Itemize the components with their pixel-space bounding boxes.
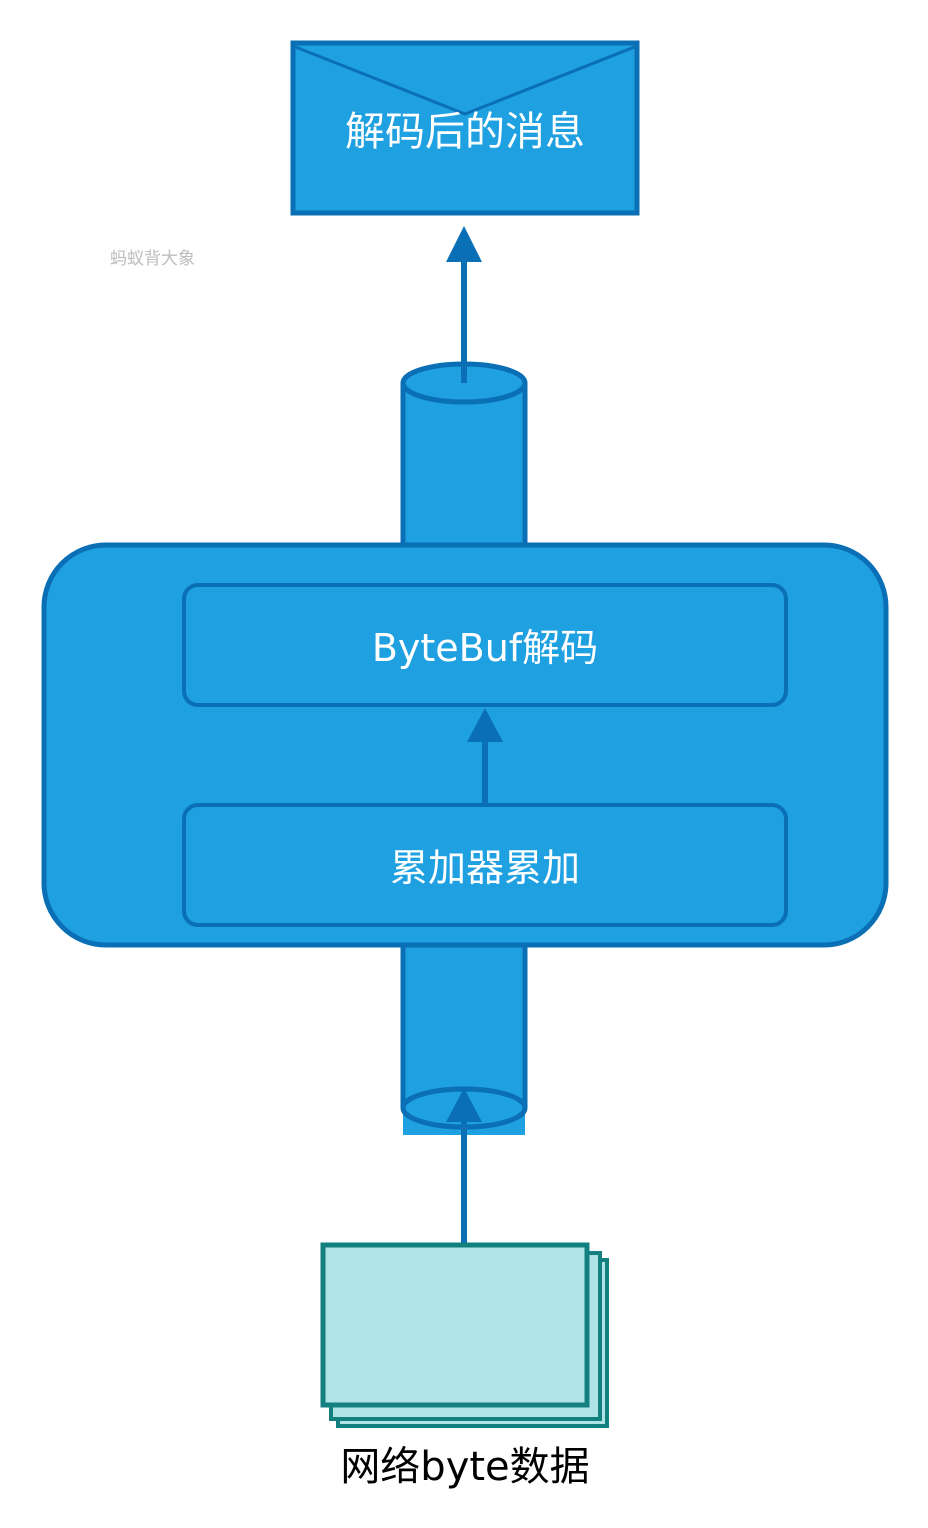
decoded-message-node: 解码后的消息	[290, 40, 640, 216]
accumulator-label: 累加器累加	[390, 846, 580, 890]
network-data-node: 网络byte数据	[320, 1242, 609, 1490]
stacked-documents-icon	[320, 1242, 609, 1428]
decoded-message-label: 解码后的消息	[345, 109, 585, 155]
decoder-container: ByteBuf解码 累加器累加	[41, 542, 889, 948]
watermark-text: 蚂蚁背大象	[110, 249, 195, 269]
bytebuf-decode-label: ByteBuf解码	[372, 626, 598, 670]
arrowhead-pipe-to-message	[446, 226, 482, 262]
network-data-label: 网络byte数据	[340, 1444, 589, 1490]
document-layer-front	[320, 1242, 590, 1408]
decode-flow-diagram: 解码后的消息 蚂蚁背大象 ByteBuf解码 累加器累加 网络byte数据	[41, 40, 889, 1490]
